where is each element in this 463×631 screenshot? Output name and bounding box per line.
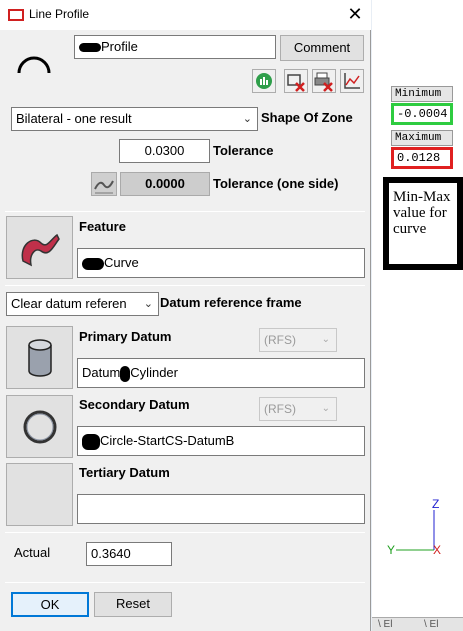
- title-bar: Line Profile ✕: [0, 0, 371, 30]
- annotation-note: Min-Max value for curve: [383, 177, 463, 270]
- note-line: Min-Max: [393, 189, 451, 205]
- chevron-down-icon: ⌄: [143, 298, 153, 310]
- actual-label: Actual: [14, 545, 51, 560]
- tolerance-zone-icon: [94, 180, 114, 194]
- report-icon: [256, 73, 272, 89]
- curve-feature-icon: [21, 233, 60, 267]
- profile-line-icon: [17, 56, 51, 74]
- datum-reference-label: Datum reference frame: [160, 295, 302, 310]
- delete-bar-icon: [287, 74, 305, 92]
- note-line: value for: [393, 205, 447, 221]
- maximum-label: Maximum: [391, 130, 453, 146]
- circle-icon: [23, 410, 57, 444]
- divider: [5, 532, 365, 533]
- secondary-datum-button[interactable]: [6, 395, 73, 458]
- one-side-label: Tolerance (one side): [213, 176, 339, 191]
- primary-datum-label: Primary Datum: [79, 329, 172, 344]
- graphics-viewport[interactable]: Minimum -0.0004 Maximum 0.0128 Min-Max v…: [372, 0, 463, 631]
- delete-print-icon: [314, 72, 333, 92]
- viewport-tab[interactable]: \ El: [424, 619, 438, 630]
- graph-icon: [344, 73, 360, 89]
- tertiary-datum-label: Tertiary Datum: [79, 465, 170, 480]
- redaction: [82, 257, 104, 270]
- chevron-down-icon: ⌄: [321, 403, 330, 414]
- axis-z-label: Z: [432, 497, 440, 511]
- characteristic-name-text: Profile: [101, 39, 138, 54]
- cylinder-icon: [28, 339, 52, 377]
- chevron-down-icon: ⌄: [242, 113, 252, 125]
- minimum-label: Minimum: [391, 86, 453, 102]
- secondary-datum-field[interactable]: Circle-StartCS-DatumB: [77, 426, 365, 456]
- feature-button[interactable]: [6, 216, 73, 279]
- redaction: [120, 365, 131, 382]
- secondary-datum-value: Circle-StartCS-DatumB: [100, 433, 235, 448]
- secondary-modifier-select: (RFS) ⌄: [259, 397, 337, 421]
- axis-y-label: Y: [387, 543, 396, 557]
- redaction: [82, 433, 100, 450]
- close-button[interactable]: ✕: [346, 4, 364, 24]
- feature-label: Feature: [79, 219, 126, 234]
- shape-of-zone-label: Shape Of Zone: [261, 110, 353, 125]
- graph-button[interactable]: [340, 69, 364, 93]
- ok-button[interactable]: OK: [11, 592, 89, 617]
- chevron-down-icon: ⌄: [321, 334, 330, 345]
- tolerance-field[interactable]: 0.0300: [119, 139, 210, 163]
- redaction: [79, 43, 101, 53]
- tertiary-datum-button[interactable]: [6, 463, 73, 526]
- viewport-tab[interactable]: \ El: [378, 619, 392, 630]
- primary-datum-button[interactable]: [6, 326, 73, 389]
- one-side-toggle[interactable]: [91, 172, 117, 196]
- delete-print-button[interactable]: [312, 69, 336, 93]
- feature-value: Curve: [104, 255, 139, 270]
- note-line: curve: [393, 221, 427, 237]
- secondary-modifier-value: (RFS): [264, 402, 296, 416]
- primary-datum-field[interactable]: Datum Cylinder: [77, 358, 365, 388]
- primary-datum-value-post: Cylinder: [130, 365, 178, 380]
- comment-button[interactable]: Comment: [280, 35, 364, 61]
- primary-modifier-value: (RFS): [264, 333, 296, 347]
- report-button[interactable]: [252, 69, 276, 93]
- tertiary-datum-field[interactable]: [77, 494, 365, 524]
- window-title: Line Profile: [29, 7, 90, 21]
- primary-modifier-select: (RFS) ⌄: [259, 328, 337, 352]
- tolerance-label: Tolerance: [213, 143, 274, 158]
- datum-reference-value: Clear datum referen: [11, 296, 127, 311]
- actual-field: 0.3640: [86, 542, 172, 566]
- reset-button[interactable]: Reset: [94, 592, 172, 617]
- maximum-value: 0.0128: [391, 147, 453, 169]
- datum-reference-select[interactable]: Clear datum referen ⌄: [6, 292, 159, 316]
- minimum-value: -0.0004: [391, 103, 453, 125]
- viewport-tab-strip: \ El \ El: [372, 617, 463, 631]
- characteristic-name-field[interactable]: Profile: [74, 35, 276, 59]
- shape-of-zone-value: Bilateral - one result: [16, 111, 132, 126]
- primary-datum-value-pre: Datum: [82, 365, 121, 380]
- line-profile-dialog: Line Profile ✕ Profile Comment Bilateral…: [0, 0, 371, 631]
- secondary-datum-label: Secondary Datum: [79, 397, 190, 412]
- divider: [5, 285, 365, 286]
- one-side-field: 0.0000: [120, 172, 210, 196]
- delete-bar-button[interactable]: [284, 69, 308, 93]
- divider: [5, 211, 365, 212]
- shape-of-zone-select[interactable]: Bilateral - one result ⌄: [11, 107, 258, 131]
- app-icon: [8, 9, 24, 21]
- axis-x-label: X: [433, 543, 442, 557]
- feature-field[interactable]: Curve: [77, 248, 365, 278]
- divider: [5, 582, 365, 583]
